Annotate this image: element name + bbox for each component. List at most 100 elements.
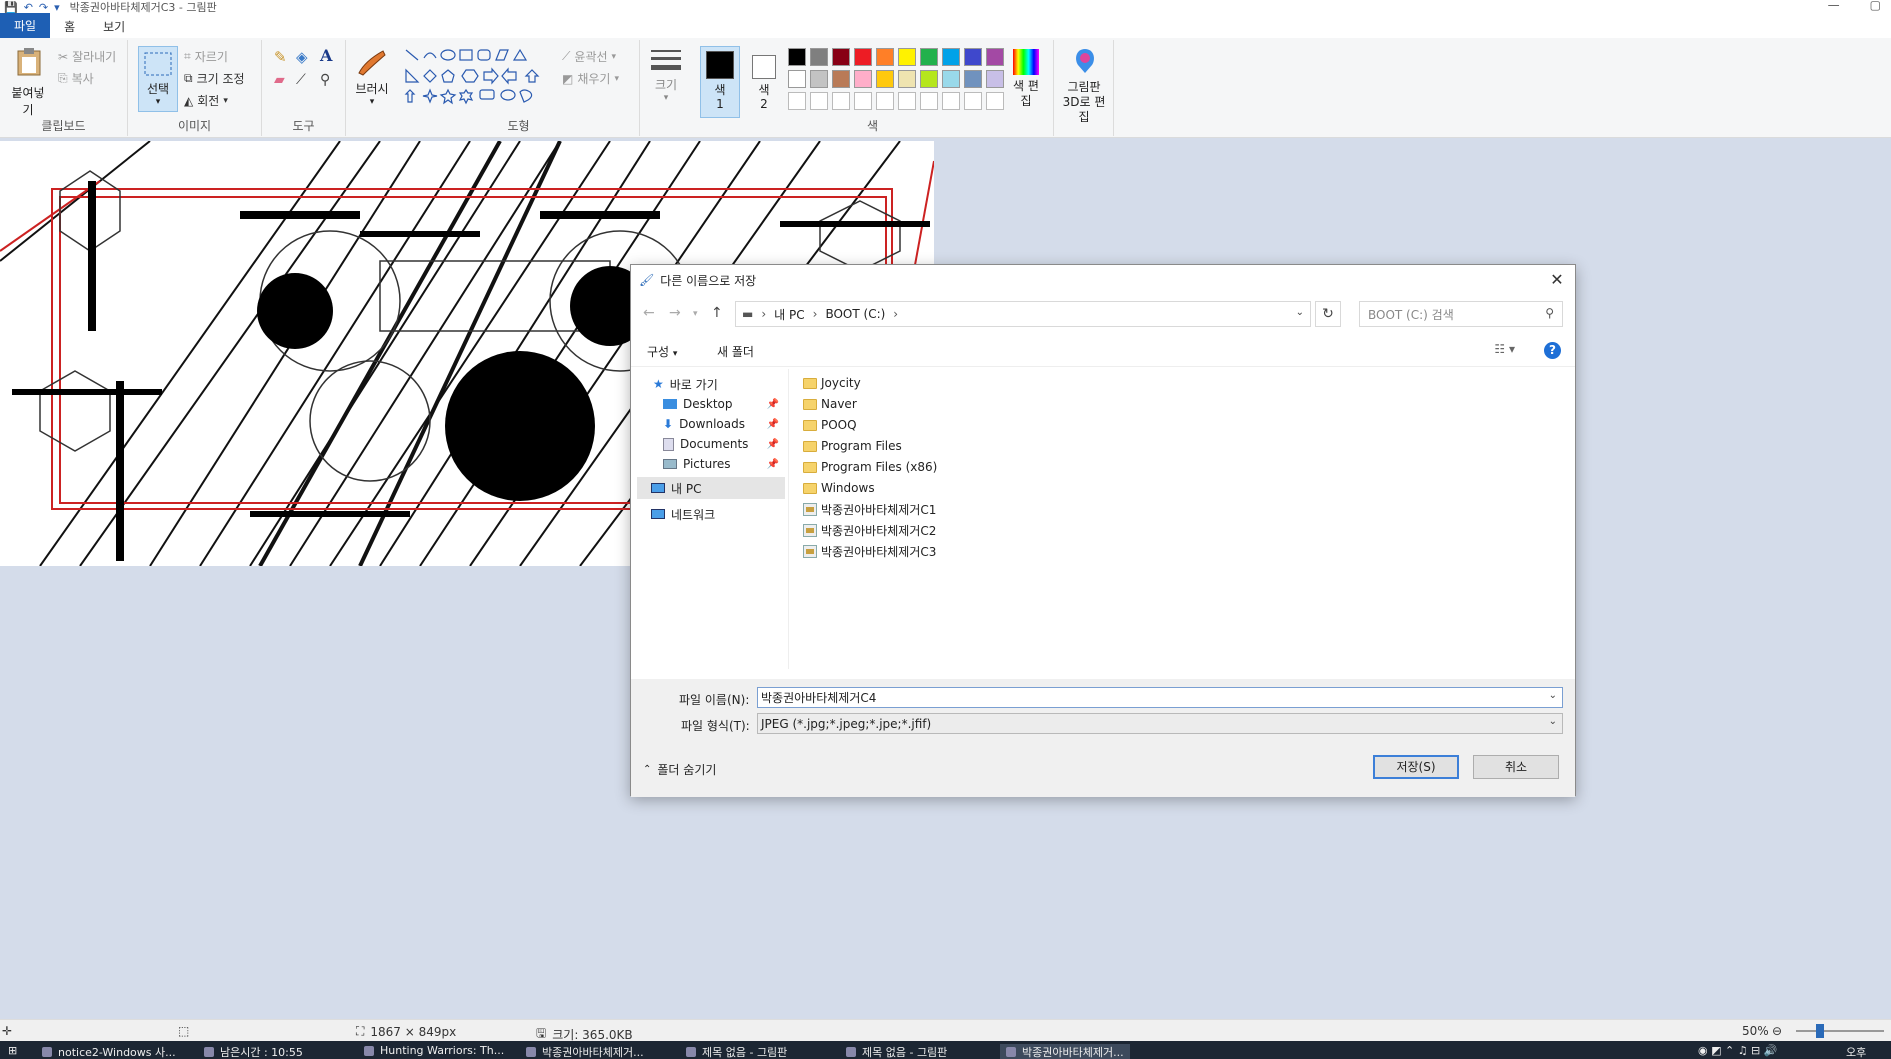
search-input[interactable]: BOOT (C:) 검색 ⚲: [1359, 301, 1563, 327]
crop-button[interactable]: ⌗ 자르기: [184, 48, 228, 65]
palette-swatch[interactable]: [942, 48, 960, 66]
redo-icon[interactable]: ↷: [39, 1, 48, 14]
undo-icon[interactable]: ↶: [24, 1, 33, 14]
color1-button[interactable]: 색 1: [700, 46, 740, 118]
custom-color-slot[interactable]: [854, 92, 872, 110]
pencil-icon[interactable]: ✎: [274, 48, 287, 66]
color2-button[interactable]: 색 2: [744, 46, 784, 118]
resize-button[interactable]: ⧉ 크기 조정: [184, 70, 245, 87]
custom-color-slot[interactable]: [788, 92, 806, 110]
chevron-down-icon[interactable]: ⌄: [1549, 690, 1557, 701]
recent-locations-icon[interactable]: ▾: [693, 309, 698, 319]
palette-swatch[interactable]: [854, 48, 872, 66]
clock[interactable]: 오후: [1846, 1044, 1866, 1059]
maximize-button[interactable]: ▢: [1870, 0, 1881, 12]
folder-item[interactable]: Program Files (x86): [803, 457, 937, 477]
text-icon[interactable]: A: [320, 46, 332, 65]
palette-swatch[interactable]: [964, 48, 982, 66]
refresh-button[interactable]: ↻: [1315, 301, 1341, 327]
shapes-gallery[interactable]: [404, 48, 554, 108]
folder-item[interactable]: Naver: [803, 394, 857, 414]
custom-color-slot[interactable]: [810, 92, 828, 110]
taskbar-item-notice[interactable]: notice2-Windows 사...: [42, 1044, 176, 1059]
edit-colors-button[interactable]: 색 편집: [1004, 46, 1048, 118]
palette-swatch[interactable]: [942, 70, 960, 88]
palette-swatch[interactable]: [876, 70, 894, 88]
taskbar-item-hunting[interactable]: Hunting Warriors: Th...: [364, 1044, 504, 1057]
close-button[interactable]: ✕: [1545, 269, 1569, 291]
folder-item[interactable]: Windows: [803, 478, 875, 498]
custom-color-slot[interactable]: [942, 92, 960, 110]
taskbar-item-paint1[interactable]: 박종권아바타체제거...: [526, 1044, 644, 1059]
custom-color-slot[interactable]: [964, 92, 982, 110]
forward-icon[interactable]: →: [669, 305, 681, 321]
paste-button[interactable]: 붙여넣기: [8, 46, 48, 117]
new-folder-button[interactable]: 새 폴더: [717, 343, 754, 360]
view-options-icon[interactable]: ☷ ▾: [1494, 342, 1515, 356]
custom-color-slot[interactable]: [986, 92, 1004, 110]
color-picker-icon[interactable]: ⟋: [296, 72, 306, 88]
tab-view[interactable]: 보기: [89, 15, 139, 38]
select-button[interactable]: 선택 ▾: [138, 46, 178, 112]
file-item[interactable]: 박종권아바타체제거C3: [803, 541, 936, 561]
nav-network[interactable]: 네트워크: [651, 503, 715, 525]
breadcrumb-boot-drive[interactable]: BOOT (C:): [825, 307, 885, 321]
palette-swatch[interactable]: [986, 48, 1004, 66]
filetype-select[interactable]: JPEG (*.jpg;*.jpeg;*.jpe;*.jfif) ⌄: [757, 713, 1563, 734]
nav-downloads[interactable]: ⬇ Downloads 📌: [663, 413, 785, 435]
magnifier-icon[interactable]: ⚲: [320, 72, 330, 88]
palette-swatch[interactable]: [898, 48, 916, 66]
breadcrumb-this-pc[interactable]: 내 PC: [774, 306, 804, 323]
palette-swatch[interactable]: [810, 48, 828, 66]
folder-item[interactable]: POOQ: [803, 415, 857, 435]
zoom-slider-thumb[interactable]: [1816, 1024, 1824, 1038]
copy-button[interactable]: ⎘ 복사: [58, 70, 94, 87]
palette-swatch[interactable]: [920, 48, 938, 66]
eraser-icon[interactable]: ▰: [274, 72, 285, 88]
taskbar-item-paint2[interactable]: 제목 없음 - 그림판: [686, 1044, 787, 1059]
cut-button[interactable]: ✂ 잘라내기: [58, 48, 116, 65]
taskbar-item-timer[interactable]: 남은시간 : 10:55: [204, 1044, 303, 1059]
folder-item[interactable]: Program Files: [803, 436, 902, 456]
folder-item[interactable]: Joycity: [803, 373, 861, 393]
back-icon[interactable]: ←: [643, 305, 655, 321]
nav-desktop[interactable]: Desktop 📌: [663, 393, 785, 415]
zoom-out-button[interactable]: ⊖: [1772, 1024, 1782, 1038]
nav-documents[interactable]: Documents 📌: [663, 433, 785, 455]
save-icon[interactable]: 💾: [4, 1, 18, 14]
tray-icons[interactable]: ◉ ◩ ⌃ ♫ ⊟ 🔊: [1698, 1044, 1777, 1057]
customize-icon[interactable]: ▾: [54, 1, 60, 14]
palette-swatch[interactable]: [810, 70, 828, 88]
save-button[interactable]: 저장(S): [1373, 755, 1459, 779]
palette-swatch[interactable]: [788, 48, 806, 66]
edit-with-paint3d-button[interactable]: 그림판 3D로 편집: [1056, 46, 1112, 124]
size-button[interactable]: 크기 ▾: [644, 46, 688, 116]
palette-swatch[interactable]: [788, 70, 806, 88]
custom-color-slot[interactable]: [832, 92, 850, 110]
tab-home[interactable]: 홈: [50, 15, 89, 38]
palette-swatch[interactable]: [832, 48, 850, 66]
palette-swatch[interactable]: [964, 70, 982, 88]
nav-pictures[interactable]: Pictures 📌: [663, 453, 785, 475]
outline-button[interactable]: ⟋ 윤곽선 ▾: [562, 48, 616, 65]
custom-color-slot[interactable]: [898, 92, 916, 110]
help-icon[interactable]: ?: [1544, 342, 1561, 359]
up-icon[interactable]: ↑: [711, 305, 723, 321]
palette-swatch[interactable]: [920, 70, 938, 88]
address-bar[interactable]: ▬ › 내 PC › BOOT (C:) › ⌄: [735, 301, 1311, 327]
file-item[interactable]: 박종권아바타체제거C2: [803, 520, 936, 540]
palette-swatch[interactable]: [854, 70, 872, 88]
palette-swatch[interactable]: [832, 70, 850, 88]
file-item[interactable]: 박종권아바타체제거C1: [803, 499, 936, 519]
organize-button[interactable]: 구성 ▾: [647, 343, 677, 360]
rotate-button[interactable]: ◭ 회전 ▾: [184, 92, 228, 109]
tab-file[interactable]: 파일: [0, 13, 51, 38]
custom-color-slot[interactable]: [920, 92, 938, 110]
custom-color-slot[interactable]: [876, 92, 894, 110]
palette-swatch[interactable]: [986, 70, 1004, 88]
nav-this-pc[interactable]: 내 PC: [637, 477, 785, 499]
windows-start-icon[interactable]: ⊞: [8, 1044, 17, 1057]
palette-swatch[interactable]: [898, 70, 916, 88]
palette-swatch[interactable]: [876, 48, 894, 66]
filename-field[interactable]: 박종권아바타체제거C4 ⌄: [757, 687, 1563, 708]
